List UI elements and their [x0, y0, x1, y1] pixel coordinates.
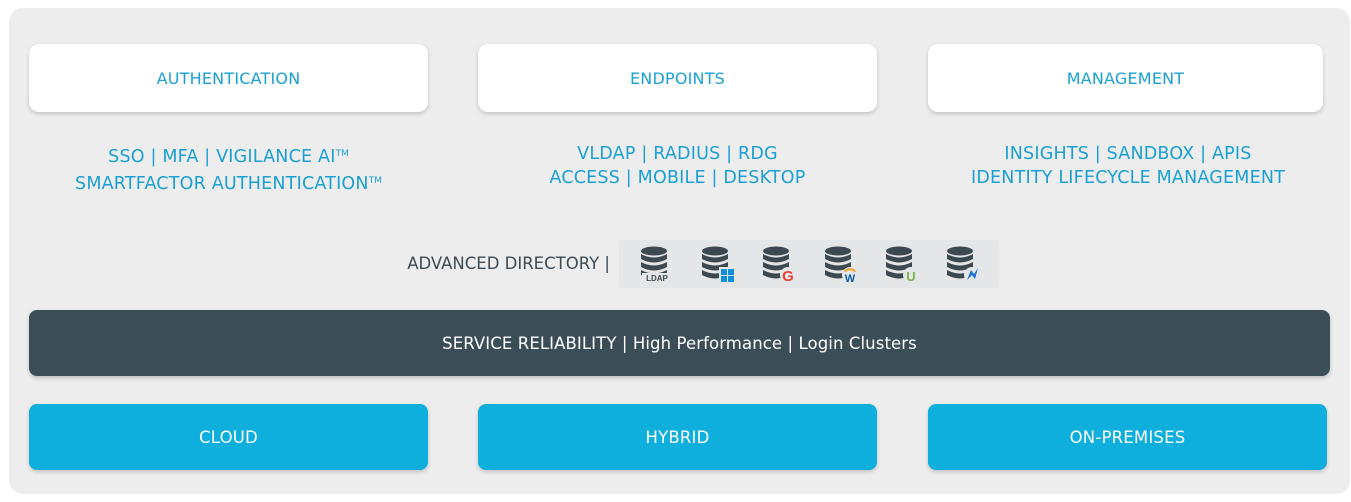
ldap-database-icon[interactable]: LDAP	[636, 244, 676, 284]
cloud-button[interactable]: CLOUD	[29, 404, 428, 470]
upload-badge-text: U	[906, 269, 915, 284]
upload-database-icon[interactable]: U	[881, 244, 921, 284]
authentication-card[interactable]: AUTHENTICATION	[29, 44, 428, 112]
endpoints-features: VLDAP | RADIUS | RDG ACCESS | MOBILE | D…	[478, 142, 877, 190]
hybrid-label: HYBRID	[645, 427, 710, 447]
trademark-mark: TM	[335, 149, 349, 159]
authentication-features: SSO | MFA | VIGILANCE AITM SMARTFACTOR A…	[29, 142, 428, 196]
management-features: INSIGHTS | SANDBOX | APIS IDENTITY LIFEC…	[928, 142, 1328, 190]
advanced-directory-label: ADVANCED DIRECTORY |	[407, 254, 610, 273]
management-features-line-1: INSIGHTS | SANDBOX | APIS	[1004, 144, 1252, 164]
google-badge-text: G	[782, 268, 794, 284]
endpoints-label: ENDPOINTS	[629, 68, 726, 88]
management-label: MANAGEMENT	[1066, 68, 1185, 88]
service-reliability-label: SERVICE RELIABILITY | High Performance |…	[442, 333, 917, 353]
service-reliability-bar: SERVICE RELIABILITY | High Performance |…	[29, 310, 1330, 376]
management-card[interactable]: MANAGEMENT	[928, 44, 1323, 112]
workday-database-icon[interactable]: W	[820, 244, 860, 284]
okta-database-icon[interactable]	[942, 244, 982, 284]
hybrid-button[interactable]: HYBRID	[478, 404, 877, 470]
cloud-label: CLOUD	[199, 427, 258, 447]
google-database-icon[interactable]: G	[758, 244, 798, 284]
windows-database-icon[interactable]	[697, 244, 737, 284]
endpoints-features-line-2: ACCESS | MOBILE | DESKTOP	[549, 168, 806, 188]
on-premises-label: ON-PREMISES	[1069, 427, 1186, 447]
workday-badge-text: W	[844, 273, 855, 284]
endpoints-features-line-1: VLDAP | RADIUS | RDG	[577, 144, 778, 164]
ldap-badge-text: LDAP	[646, 274, 668, 283]
authentication-features-line-1: SSO | MFA | VIGILANCE AITM	[108, 147, 349, 167]
authentication-label: AUTHENTICATION	[156, 68, 301, 88]
on-premises-button[interactable]: ON-PREMISES	[928, 404, 1327, 470]
trademark-mark: TM	[368, 176, 382, 186]
authentication-features-line-2: SMARTFACTOR AUTHENTICATIONTM	[75, 174, 382, 194]
endpoints-card[interactable]: ENDPOINTS	[478, 44, 877, 112]
management-features-line-2: IDENTITY LIFECYCLE MANAGEMENT	[970, 168, 1286, 188]
directory-icons-strip: LDAP G W U	[619, 240, 999, 288]
